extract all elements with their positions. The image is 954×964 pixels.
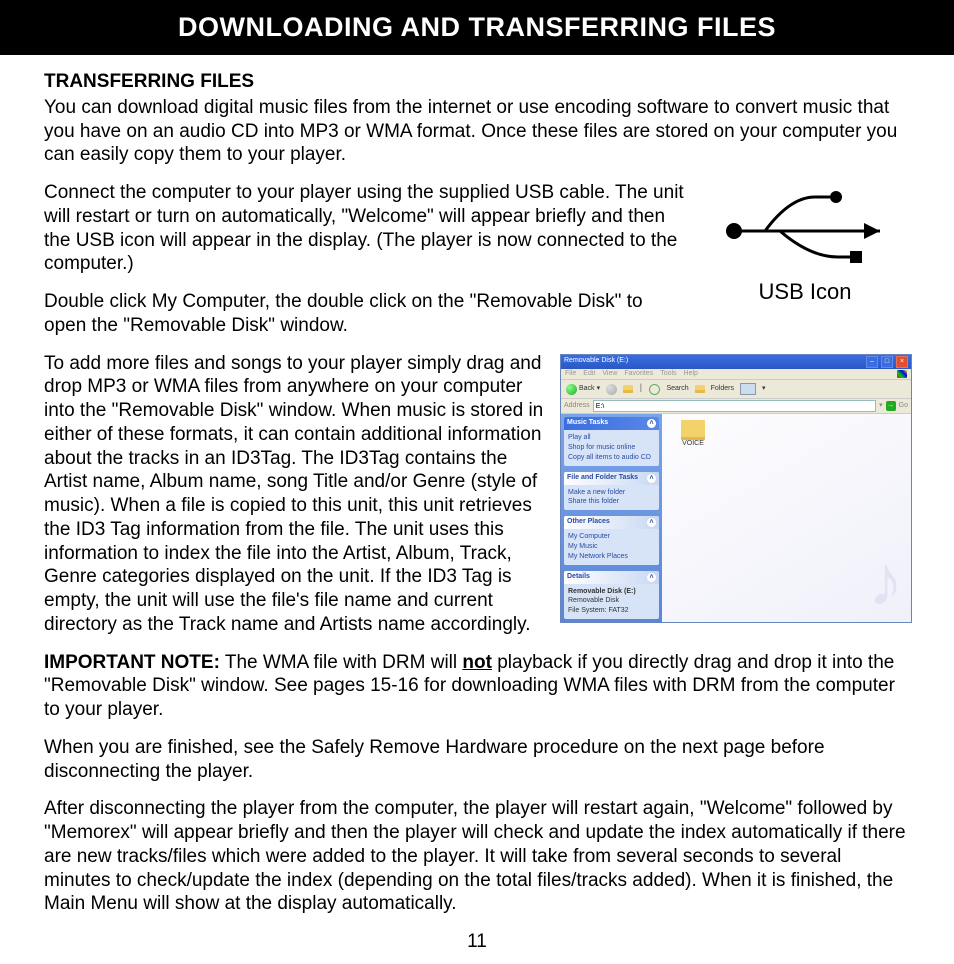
place-my-computer: My Computer <box>568 532 655 542</box>
maximize-icon: □ <box>881 356 893 368</box>
toolbar: Back ▾ │ Search Folders ▾ <box>561 380 911 399</box>
menu-favorites: Favorites <box>624 370 653 379</box>
place-network: My Network Places <box>568 552 655 562</box>
paragraph-1: You can download digital music files fro… <box>44 96 910 167</box>
explorer-screenshot: Removable Disk (E:) – □ × File Edit View… <box>560 354 910 624</box>
menu-edit: Edit <box>583 370 595 379</box>
paragraph-7: After disconnecting the player from the … <box>44 797 910 916</box>
folders-label: Folders <box>711 385 734 394</box>
page-header: DOWNLOADING AND TRANSFERRING FILES <box>0 0 954 55</box>
usb-icon <box>720 185 890 265</box>
go-label: Go <box>899 402 908 411</box>
page-number: 11 <box>44 930 910 954</box>
task-play-all: Play all <box>568 433 655 443</box>
folder-label: VOICE <box>682 440 704 449</box>
address-bar: Address ▾ → Go <box>561 399 911 414</box>
task-new-folder: Make a new folder <box>568 488 655 498</box>
chevron-up-icon: ˄ <box>647 419 656 428</box>
menu-file: File <box>565 370 576 379</box>
important-note: IMPORTANT NOTE: The WMA file with DRM wi… <box>44 651 910 722</box>
paragraph-6: When you are finished, see the Safely Re… <box>44 736 910 784</box>
task-share-folder: Share this folder <box>568 497 655 507</box>
music-note-icon: ♪ <box>868 546 903 616</box>
section-title: TRANSFERRING FILES <box>44 70 910 94</box>
go-icon: → <box>886 401 896 411</box>
close-icon: × <box>896 356 908 368</box>
place-my-music: My Music <box>568 542 655 552</box>
search-icon <box>649 384 660 395</box>
usb-icon-caption: USB Icon <box>700 278 910 306</box>
music-tasks-header: Music Tasks <box>567 419 608 428</box>
address-label: Address <box>564 402 590 411</box>
chevron-up-icon: ˄ <box>647 573 656 582</box>
file-pane: VOICE ♪ <box>662 414 911 622</box>
up-folder-icon <box>623 385 633 393</box>
details-header: Details <box>567 573 590 582</box>
menu-view: View <box>602 370 617 379</box>
note-label: IMPORTANT NOTE: <box>44 652 220 673</box>
windows-logo-icon <box>897 370 907 378</box>
menu-help: Help <box>684 370 698 379</box>
back-label: Back <box>579 385 595 394</box>
back-icon <box>566 384 577 395</box>
file-folder-tasks-header: File and Folder Tasks <box>567 474 638 483</box>
menu-tools: Tools <box>660 370 676 379</box>
folder-item: VOICE <box>668 420 718 449</box>
chevron-up-icon: ˄ <box>647 474 656 483</box>
details-type: Removable Disk <box>568 596 655 606</box>
address-input <box>593 400 876 412</box>
note-not: not <box>462 652 492 673</box>
task-copy-to-cd: Copy all items to audio CD <box>568 453 655 463</box>
details-title: Removable Disk (E:) <box>568 587 655 597</box>
folder-icon <box>681 420 705 440</box>
menu-bar: File Edit View Favorites Tools Help <box>561 369 911 381</box>
folders-icon <box>695 385 705 393</box>
details-fs: File System: FAT32 <box>568 606 655 616</box>
note-text-1: The WMA file with DRM will <box>220 652 462 673</box>
views-icon <box>740 383 756 395</box>
search-label: Search <box>666 385 688 394</box>
window-titlebar: Removable Disk (E:) – □ × <box>561 355 911 369</box>
other-places-header: Other Places <box>567 518 610 527</box>
side-panel: Music Tasks ˄ Play all Shop for music onl… <box>561 414 662 622</box>
usb-icon-figure: USB Icon <box>700 185 910 305</box>
minimize-icon: – <box>866 356 878 368</box>
forward-icon <box>606 384 617 395</box>
window-title: Removable Disk (E:) <box>564 357 628 366</box>
chevron-up-icon: ˄ <box>647 518 656 527</box>
task-shop-online: Shop for music online <box>568 443 655 453</box>
